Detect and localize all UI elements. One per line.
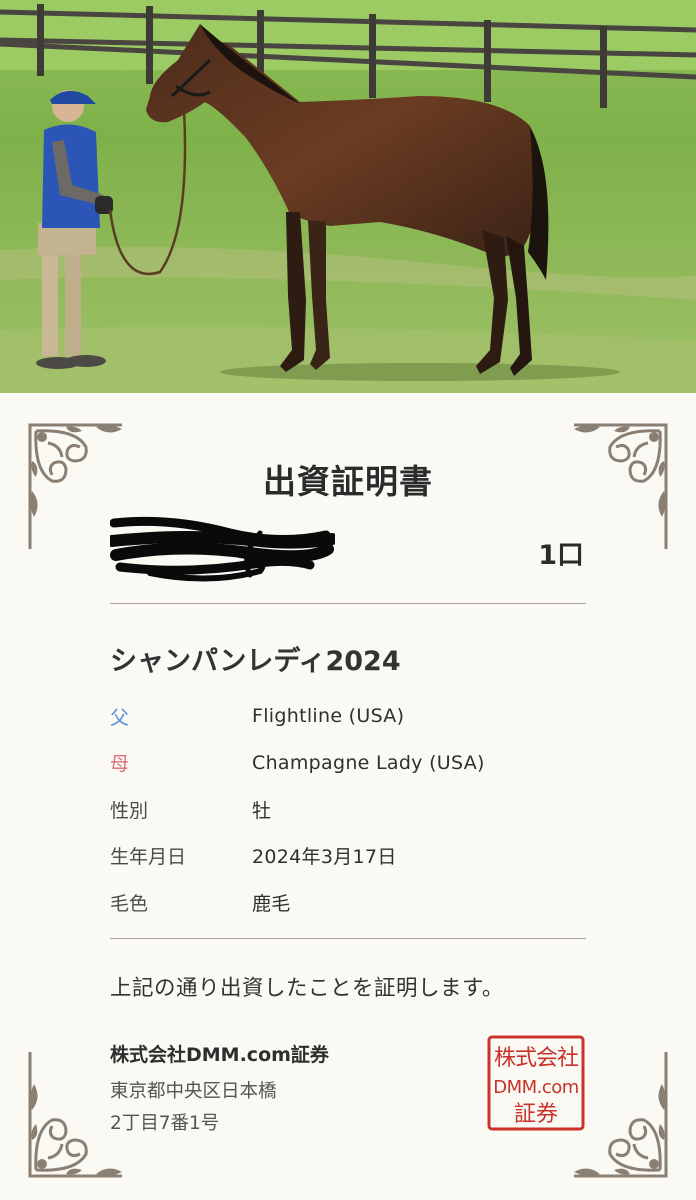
certificate-title: 出資証明書 [263, 462, 433, 501]
issuer-address-line2: 2丁目7番1号 [110, 1113, 220, 1134]
issuer-address-line1: 東京都中央区日本橋 [110, 1081, 277, 1102]
certification-statement: 上記の通り出資したことを証明します。 [110, 976, 504, 1001]
dam-label: 母 [110, 753, 130, 776]
holder-row: 1口 [106, 515, 586, 582]
company-seal-stamp: 株式会社 DMM.com 証券 [487, 1035, 585, 1131]
issuer-company: 株式会社DMM.com証券 [110, 1044, 329, 1066]
detail-row-dam: 母 Champagne Lady (USA) [110, 740, 586, 787]
svg-text:DMM.com: DMM.com [493, 1077, 579, 1098]
units-count: 1口 [538, 540, 584, 571]
birthdate-value: 2024年3月17日 [252, 846, 397, 869]
birthdate-label: 生年月日 [110, 846, 187, 869]
detail-row-sex: 性別 牡 [110, 786, 586, 833]
sex-label: 性別 [110, 799, 149, 822]
detail-row-birthdate: 生年月日 2024年3月17日 [110, 833, 586, 880]
coat-color-label: 毛色 [110, 892, 149, 915]
redacted-holder-name [106, 515, 338, 587]
svg-text:株式会社: 株式会社 [494, 1046, 579, 1071]
detail-row-sire: 父 Flightline (USA) [110, 693, 586, 740]
sire-value: Flightline (USA) [252, 705, 405, 728]
horse-name: シャンパンレディ2024 [110, 646, 401, 677]
coat-color-value: 鹿毛 [252, 892, 291, 915]
sire-label: 父 [110, 706, 130, 729]
corner-ornament-icon [570, 1050, 670, 1180]
horse-details: 父 Flightline (USA) 母 Champagne Lady (USA… [110, 693, 586, 926]
detail-row-coat-color: 毛色 鹿毛 [110, 879, 586, 926]
dam-value: Champagne Lady (USA) [252, 751, 485, 774]
horse-photo [0, 0, 696, 393]
svg-text:証券: 証券 [514, 1102, 558, 1127]
investment-certificate: 出資証明書 1口 シャンパンレディ2024 父 Flightline (USA) [0, 393, 696, 1200]
divider [110, 938, 586, 939]
divider [110, 603, 586, 604]
sex-value: 牡 [252, 799, 272, 822]
